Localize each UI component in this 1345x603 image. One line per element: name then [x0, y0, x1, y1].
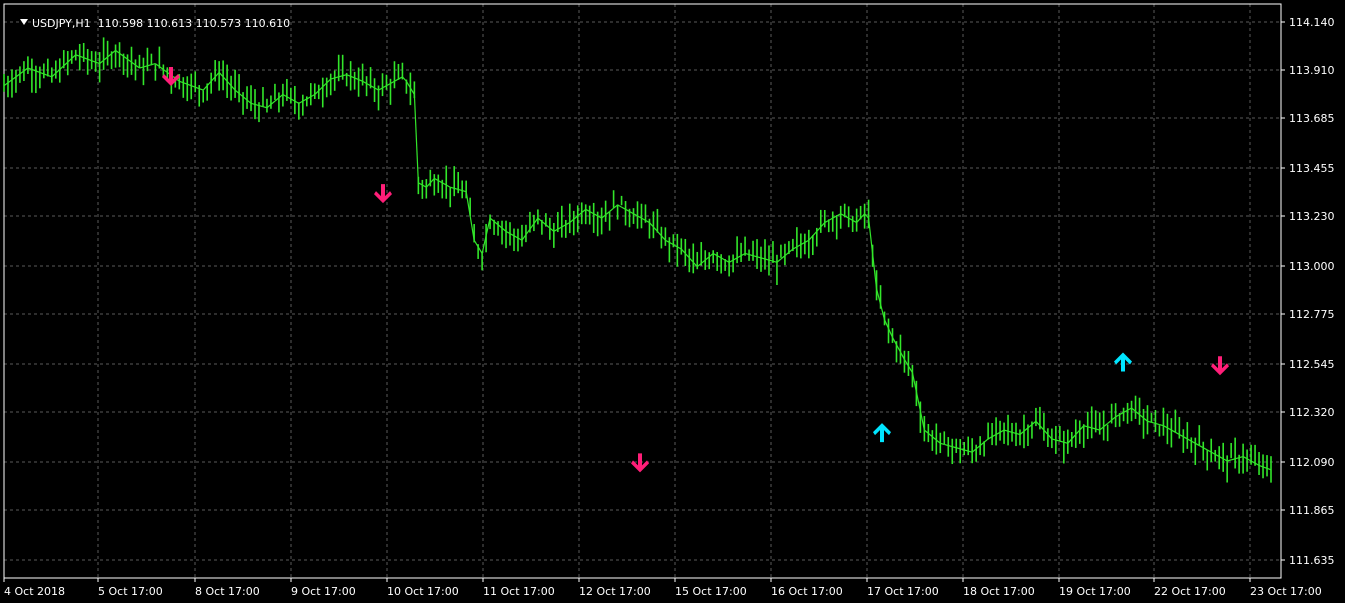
price-chart[interactable]: 114.140 113.910 113.685 113.455 113.230 113.0…	[0, 0, 1345, 603]
price-link	[473, 239, 479, 248]
y-tick-label: 111.635	[1289, 554, 1335, 567]
x-tick-label: 22 Oct 17:00	[1154, 585, 1226, 598]
y-tick-label: 113.685	[1289, 112, 1335, 125]
price-link	[983, 438, 989, 443]
price-link	[413, 94, 419, 183]
y-tick-label: 113.230	[1289, 210, 1335, 223]
x-tick-label: 18 Oct 17:00	[963, 585, 1035, 598]
x-tick-label: 10 Oct 17:00	[387, 585, 459, 598]
sell-arrow-icon	[1211, 356, 1229, 376]
price-link	[867, 218, 874, 254]
x-tick-label: 12 Oct 17:00	[579, 585, 651, 598]
chart-header: USDJPY,H1 110.598 110.613 110.573 110.61…	[6, 4, 290, 43]
x-tick-label: 16 Oct 17:00	[771, 585, 843, 598]
x-tick-label: 23 Oct 17:00	[1250, 585, 1322, 598]
sell-arrow-icon	[374, 184, 392, 204]
x-tick-label: 19 Oct 17:00	[1059, 585, 1131, 598]
y-tick-label: 112.775	[1289, 308, 1335, 321]
symbol-timeframe: USDJPY,H1	[32, 17, 91, 30]
collapse-triangle-icon[interactable]	[20, 19, 28, 25]
y-tick-label: 113.000	[1289, 260, 1335, 273]
y-tick-label: 112.320	[1289, 406, 1335, 419]
y-tick-label: 114.140	[1289, 16, 1335, 29]
ohlc-readout: 110.598 110.613 110.573 110.610	[97, 17, 291, 30]
price-link	[609, 207, 614, 212]
x-tick-label: 11 Oct 17:00	[483, 585, 555, 598]
y-tick-label: 113.910	[1289, 64, 1335, 77]
buy-arrow-icon	[1114, 352, 1132, 372]
x-axis: 4 Oct 2018 5 Oct 17:00 8 Oct 17:00 9 Oct 17…	[3, 578, 1322, 598]
y-tick-label: 111.865	[1289, 504, 1335, 517]
x-tick-label: 8 Oct 17:00	[195, 585, 260, 598]
x-tick-label: 4 Oct 2018	[4, 585, 65, 598]
x-tick-label: 15 Oct 17:00	[675, 585, 747, 598]
y-tick-label: 112.545	[1289, 358, 1335, 371]
x-tick-label: 17 Oct 17:00	[867, 585, 939, 598]
y-tick-label: 113.455	[1289, 162, 1335, 175]
y-axis: 114.140 113.910 113.685 113.455 113.230 113.0…	[1281, 16, 1335, 567]
buy-arrow-icon	[873, 423, 891, 443]
price-bars	[3, 37, 1272, 483]
sell-arrow-icon	[631, 453, 649, 473]
x-tick-label: 5 Oct 17:00	[98, 585, 163, 598]
y-tick-label: 112.090	[1289, 456, 1335, 469]
chart-canvas[interactable]: 114.140 113.910 113.685 113.455 113.230 113.0…	[0, 0, 1345, 603]
x-tick-label: 9 Oct 17:00	[291, 585, 356, 598]
